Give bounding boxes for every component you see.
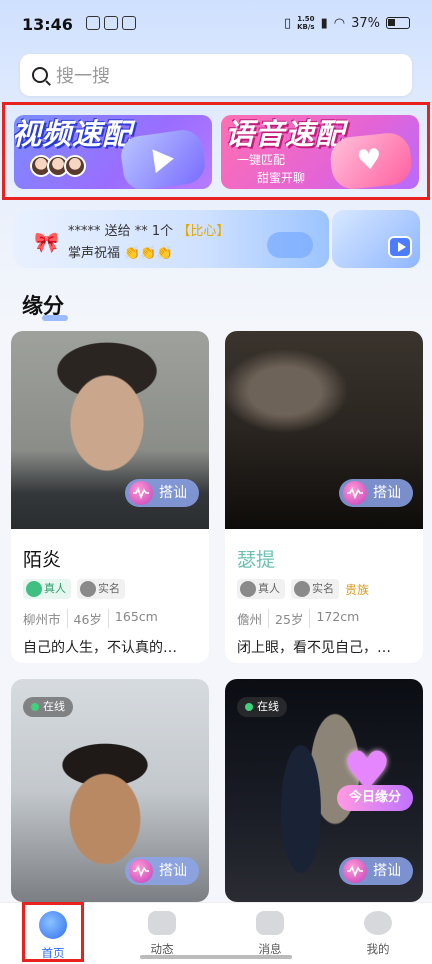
heart-icon: ♥ xyxy=(328,130,414,189)
home-indicator xyxy=(140,955,292,959)
app-notification-icon xyxy=(86,16,100,30)
real-person-tag: 真人 xyxy=(237,579,285,599)
status-time: 13:46 xyxy=(22,15,73,34)
chat-up-button[interactable]: 搭讪 xyxy=(125,479,199,507)
status-bar: 13:46 ▯ 1.50 KB/s ▮ ◠ 37% xyxy=(0,0,432,48)
user-bio: 自己的人生，不认真的… xyxy=(23,640,177,656)
nav-profile[interactable]: 我的 xyxy=(338,911,418,957)
app-notification-icon xyxy=(104,16,118,30)
net-speed: 1.50 KB/s xyxy=(297,15,315,31)
voice-sub-2: 甜蜜开聊 xyxy=(257,171,306,185)
gift-name: 【比心】 xyxy=(177,224,230,239)
chat-up-button[interactable]: 搭讪 xyxy=(125,857,199,885)
battery-icon xyxy=(386,17,410,29)
play-icon xyxy=(118,127,208,189)
voice-sub-1: 一键匹配 xyxy=(237,153,286,167)
nav-moments[interactable]: 动态 xyxy=(122,911,202,957)
video-match-title: 视频速配 xyxy=(14,117,133,151)
user-meta: 儋州 25岁 172cm xyxy=(237,609,360,628)
id-icon xyxy=(294,581,310,597)
avatar-group xyxy=(30,155,86,177)
wifi-icon: ◠ xyxy=(333,15,346,31)
profile-icon xyxy=(364,911,392,935)
signal-icon: ▮ xyxy=(320,15,328,31)
app-notification-icon xyxy=(122,16,136,30)
search-input[interactable]: 搜一搜 xyxy=(20,54,412,96)
voice-match-title: 语音速配 xyxy=(225,117,346,151)
message-icon xyxy=(256,911,284,935)
wave-icon xyxy=(343,859,367,883)
noble-badge: 贵族 xyxy=(345,582,370,597)
user-tags: 真人 实名 xyxy=(23,579,125,599)
user-name: 陌炎 xyxy=(23,549,62,571)
wave-icon xyxy=(343,481,367,505)
today-match-badge[interactable]: ♥ 今日缘分 xyxy=(337,745,417,815)
live-entry-card[interactable] xyxy=(332,210,420,268)
chat-up-button[interactable]: 搭讪 xyxy=(339,857,413,885)
real-name-tag: 实名 xyxy=(291,579,339,599)
video-match-banner[interactable]: 视频速配 xyxy=(14,115,212,189)
online-badge: 在线 xyxy=(237,697,287,717)
moments-icon xyxy=(148,911,176,935)
user-card[interactable]: 搭讪 瑟提 真人 实名 贵族 儋州 25岁 172cm 闭上眼，看不见自己，… xyxy=(225,331,423,663)
user-meta: 柳州市 46岁 165cm xyxy=(23,609,158,628)
real-name-tag: 实名 xyxy=(77,579,125,599)
user-name: 瑟提 xyxy=(237,549,276,571)
user-tags: 真人 实名 贵族 xyxy=(237,579,369,599)
tv-play-icon xyxy=(388,236,412,258)
wave-icon xyxy=(129,859,153,883)
ticker-line-2: 掌声祝福 👏👏👏 xyxy=(68,246,173,261)
gift-ticker[interactable]: 🎀 ***** 送给 ** 1个 【比心】 掌声祝福 👏👏👏 xyxy=(14,210,329,268)
cloud-icon xyxy=(267,232,313,258)
ticker-line-1: ***** 送给 ** 1个 【比心】 xyxy=(68,224,230,239)
chat-up-button[interactable]: 搭讪 xyxy=(339,479,413,507)
id-icon xyxy=(80,581,96,597)
real-person-tag: 真人 xyxy=(23,579,71,599)
battery-percent: 37% xyxy=(351,15,380,31)
highlight-frame xyxy=(22,902,84,962)
section-title: 缘分 xyxy=(22,290,68,321)
online-badge: 在线 xyxy=(23,697,73,717)
wave-icon xyxy=(129,481,153,505)
verified-icon xyxy=(240,581,256,597)
user-card[interactable]: 在线 搭讪 xyxy=(11,679,209,902)
nav-messages[interactable]: 消息 xyxy=(230,911,310,957)
avatar xyxy=(64,155,86,177)
user-bio: 闭上眼，看不见自己，… xyxy=(237,640,391,656)
search-icon xyxy=(32,67,48,83)
search-placeholder: 搜一搜 xyxy=(56,66,110,87)
user-card[interactable]: 搭讪 陌炎 真人 实名 柳州市 46岁 165cm 自己的人生，不认真的… xyxy=(11,331,209,663)
verified-icon xyxy=(26,581,42,597)
gift-icon: 🎀 xyxy=(34,230,59,254)
user-card[interactable]: 在线 ♥ 今日缘分 搭讪 xyxy=(225,679,423,902)
vibrate-icon: ▯ xyxy=(283,15,292,31)
status-right: ▯ 1.50 KB/s ▮ ◠ 37% xyxy=(284,15,410,31)
voice-match-banner[interactable]: 语音速配 一键匹配 甜蜜开聊 ♥ xyxy=(221,115,419,189)
